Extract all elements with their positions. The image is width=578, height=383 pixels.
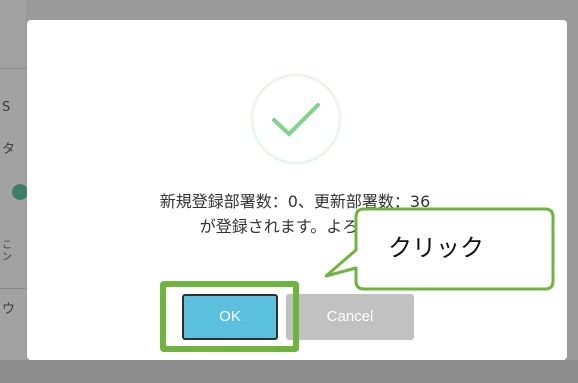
background-text-fragment: S: [2, 100, 11, 115]
callout-text: クリック: [388, 234, 484, 262]
background-text-fragment: タ: [2, 142, 16, 157]
background-text-fragment: こ: [2, 240, 12, 251]
cancel-button[interactable]: Cancel: [286, 294, 414, 340]
ok-button-highlight: [160, 281, 299, 352]
background-text-fragment: ン: [2, 252, 12, 263]
checkmark-circle-icon: [250, 73, 342, 165]
background-divider: [0, 68, 26, 69]
background-divider: [0, 288, 26, 289]
background-footer: [0, 360, 578, 383]
background-toggle: [12, 184, 28, 200]
background-text-fragment: ウ: [2, 302, 16, 317]
